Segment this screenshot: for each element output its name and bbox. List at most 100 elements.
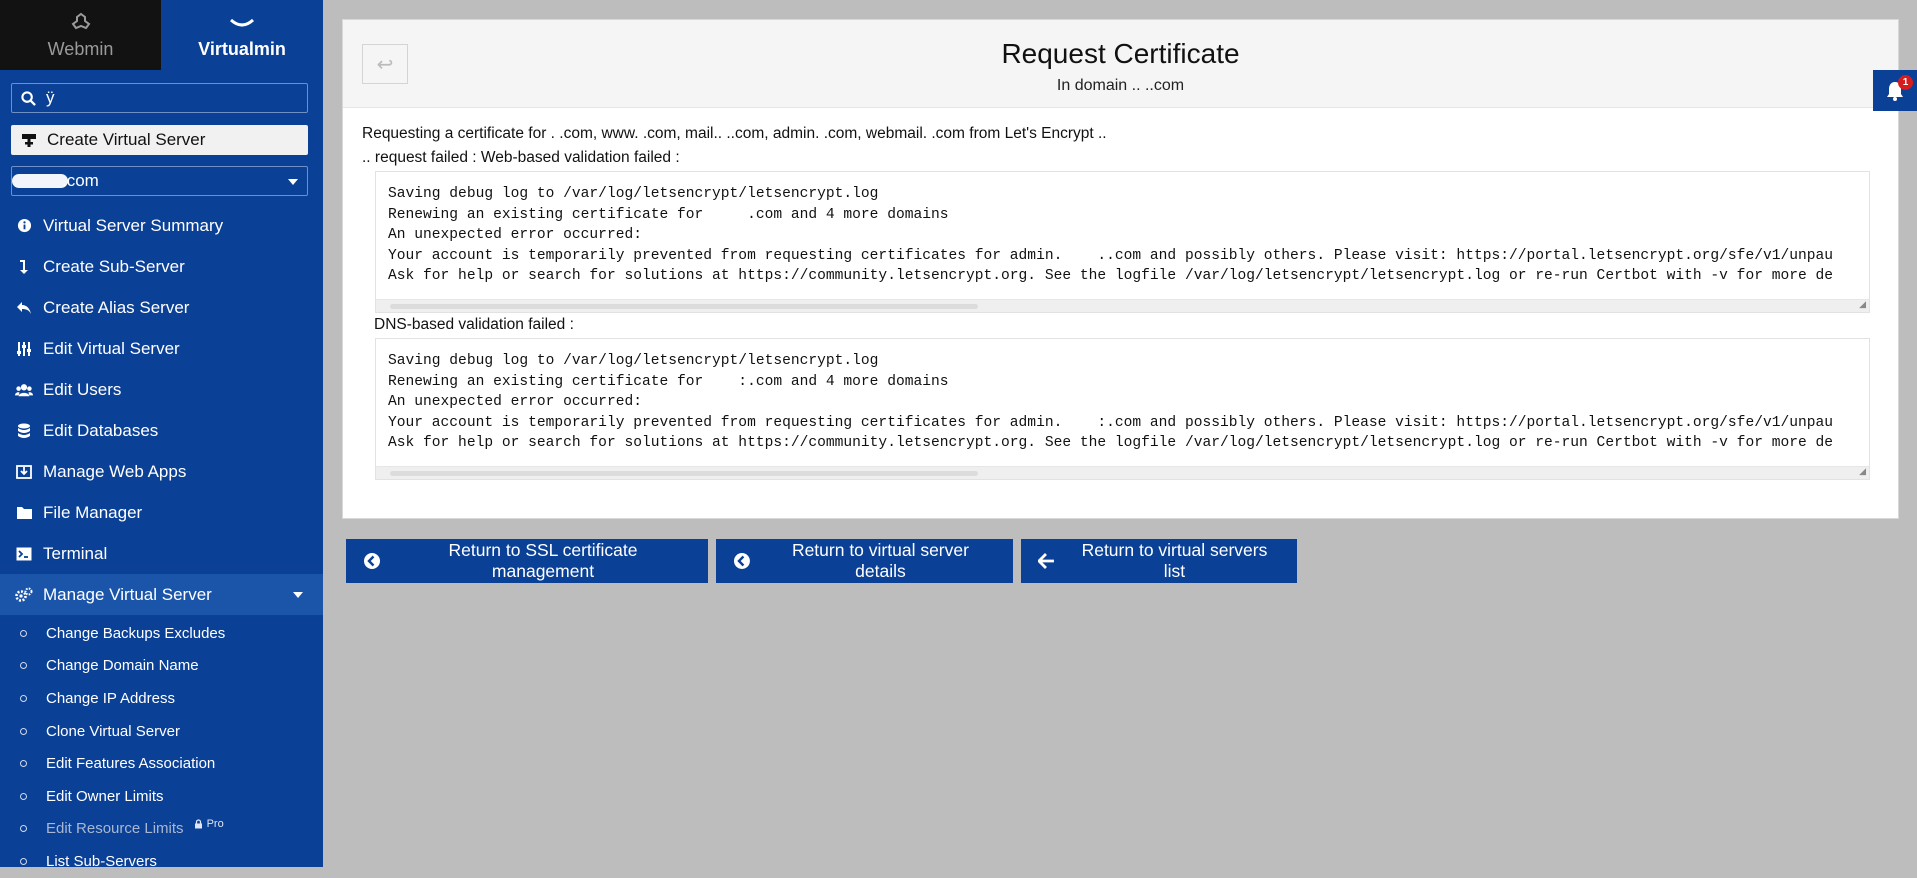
resize-grip-icon[interactable]: ◢ <box>1859 466 1866 477</box>
search-input[interactable]: ÿ <box>11 83 308 113</box>
submenu-item-label: Change Domain Name <box>46 657 199 675</box>
sidebar-item-edit-virtual-server[interactable]: Edit Virtual Server <box>0 328 323 369</box>
page-title: Request Certificate <box>1001 38 1240 69</box>
button-label: Return to SSL certificate management <box>448 540 638 581</box>
dns-validation-failed-message: DNS-based validation failed : <box>374 316 574 333</box>
circle-arrow-left-icon <box>364 553 380 569</box>
sidebar-item-label: Create Sub-Server <box>43 256 185 276</box>
circle-arrow-left-icon <box>733 553 750 569</box>
tab-webmin-label: Webmin <box>47 38 114 59</box>
sidebar-item-label: Create Alias Server <box>43 297 190 317</box>
sidebar-item-create-alias-server[interactable]: Create Alias Server <box>0 287 323 328</box>
chevron-down-icon <box>288 179 298 185</box>
return-to-virtual-server-details-button[interactable]: Return to virtual server details <box>716 539 1013 583</box>
scrollbar-thumb[interactable] <box>390 304 978 309</box>
resize-grip-icon[interactable]: ◢ <box>1859 299 1866 310</box>
sidebar-submenu: Change Backups Excludes Change Domain Na… <box>0 617 323 878</box>
return-to-virtual-servers-list-button[interactable]: Return to virtual servers list <box>1021 539 1297 583</box>
create-virtual-server-label: Create Virtual Server <box>47 130 206 149</box>
submenu-item-label: List Sub-Servers <box>46 852 157 870</box>
sidebar-item-terminal[interactable]: Terminal <box>0 533 323 574</box>
arrow-left-icon <box>1038 553 1054 569</box>
info-icon <box>15 217 33 235</box>
folder-icon <box>15 504 33 522</box>
submenu-item-change-domain-name[interactable]: Change Domain Name <box>0 650 323 683</box>
dns-validation-log[interactable]: Saving debug log to /var/log/letsencrypt… <box>375 338 1870 480</box>
action-buttons: Return to SSL certificate management Ret… <box>346 539 1297 583</box>
sliders-icon <box>15 340 33 358</box>
database-icon <box>15 422 33 440</box>
tab-webmin[interactable]: Webmin <box>0 0 161 70</box>
submenu-item-label: Edit Resource Limits <box>46 820 184 838</box>
bullet-icon <box>20 825 27 833</box>
bullet-icon <box>20 857 27 865</box>
sidebar-item-edit-users[interactable]: Edit Users <box>0 369 323 410</box>
redacted-domain <box>12 174 68 188</box>
submenu-item-edit-features-association[interactable]: Edit Features Association <box>0 747 323 780</box>
search-icon <box>21 90 36 106</box>
sidebar-menu: Virtual Server Summary Create Sub-Server… <box>0 205 323 615</box>
sidebar-item-manage-virtual-server[interactable]: Manage Virtual Server <box>0 574 323 615</box>
sidebar-item-label: Edit Users <box>43 379 122 399</box>
server-plus-icon <box>22 134 36 147</box>
search-value: ÿ <box>46 88 55 107</box>
virtualmin-chevron-icon <box>229 18 255 26</box>
tab-virtualmin[interactable]: Virtualmin <box>161 0 323 70</box>
tab-virtualmin-label: Virtualmin <box>198 38 286 59</box>
panel-header: ↩ Request Certificate In domain .. ..com <box>343 20 1898 108</box>
bullet-icon <box>20 662 27 670</box>
bullet-icon <box>20 727 27 735</box>
sidebar-item-virtual-server-summary[interactable]: Virtual Server Summary <box>0 205 323 246</box>
horizontal-scrollbar[interactable]: ◢ <box>376 466 1869 479</box>
sidebar-item-label: Manage Virtual Server <box>43 584 212 604</box>
notification-count-badge: 1 <box>1898 75 1913 90</box>
download-box-icon <box>15 463 33 481</box>
submenu-item-change-ip-address[interactable]: Change IP Address <box>0 682 323 715</box>
product-switcher: Webmin Virtualmin <box>0 0 323 70</box>
request-message: Requesting a certificate for . .com, www… <box>362 125 1107 142</box>
web-validation-log-text: Saving debug log to /var/log/letsencrypt… <box>388 186 1834 285</box>
sidebar: Webmin Virtualmin ÿ Create Virtual Serve… <box>0 0 323 870</box>
submenu-item-label: Change Backups Excludes <box>46 624 226 642</box>
horizontal-scrollbar[interactable]: ◢ <box>376 299 1869 312</box>
main-panel: ↩ Request Certificate In domain .. ..com… <box>342 19 1899 519</box>
sidebar-item-label: File Manager <box>43 502 143 522</box>
button-label: Return to virtual server details <box>791 540 969 581</box>
sidebar-item-label: Terminal <box>43 543 108 563</box>
submenu-item-label: Edit Owner Limits <box>46 787 164 805</box>
create-virtual-server-button[interactable]: Create Virtual Server <box>11 125 308 155</box>
button-label: Return to virtual servers list <box>1081 540 1268 581</box>
submenu-item-label: Change IP Address <box>46 689 175 707</box>
submenu-item-edit-owner-limits[interactable]: Edit Owner Limits <box>0 780 323 813</box>
sidebar-item-manage-web-apps[interactable]: Manage Web Apps <box>0 451 323 492</box>
dns-validation-log-text: Saving debug log to /var/log/letsencrypt… <box>388 353 1834 452</box>
webmin-logo-icon <box>71 12 90 29</box>
sidebar-item-create-sub-server[interactable]: Create Sub-Server <box>0 246 323 287</box>
web-validation-failed-message: .. request failed : Web-based validation… <box>362 149 680 166</box>
web-validation-log[interactable]: Saving debug log to /var/log/letsencrypt… <box>375 171 1870 313</box>
submenu-item-edit-resource-limits: Edit Resource Limits Pro <box>0 813 323 846</box>
bullet-icon <box>20 792 27 800</box>
scrollbar-thumb[interactable] <box>390 471 978 476</box>
bullet-icon <box>20 694 27 702</box>
gears-icon <box>15 586 33 604</box>
submenu-item-list-sub-servers[interactable]: List Sub-Servers <box>0 845 323 878</box>
users-icon <box>15 381 33 399</box>
page-subtitle: In domain .. ..com <box>1056 77 1185 94</box>
notifications-button[interactable]: 1 <box>1873 70 1917 111</box>
sidebar-item-label: Virtual Server Summary <box>43 215 224 235</box>
pro-badge: Pro <box>194 818 224 830</box>
sidebar-item-file-manager[interactable]: File Manager <box>0 492 323 533</box>
sidebar-item-label: Edit Virtual Server <box>43 338 180 358</box>
sidebar-item-edit-databases[interactable]: Edit Databases <box>0 410 323 451</box>
lock-icon <box>194 819 202 829</box>
return-to-ssl-management-button[interactable]: Return to SSL certificate management <box>346 539 708 583</box>
bullet-icon <box>20 760 27 768</box>
submenu-item-change-backups-excludes[interactable]: Change Backups Excludes <box>0 617 323 650</box>
submenu-item-label: Clone Virtual Server <box>46 722 180 740</box>
domain-select[interactable]: .com <box>11 166 308 196</box>
submenu-item-clone-virtual-server[interactable]: Clone Virtual Server <box>0 715 323 748</box>
chevron-down-icon <box>293 591 303 598</box>
sub-server-arrow-icon <box>15 258 33 276</box>
sidebar-item-label: Manage Web Apps <box>43 461 187 481</box>
